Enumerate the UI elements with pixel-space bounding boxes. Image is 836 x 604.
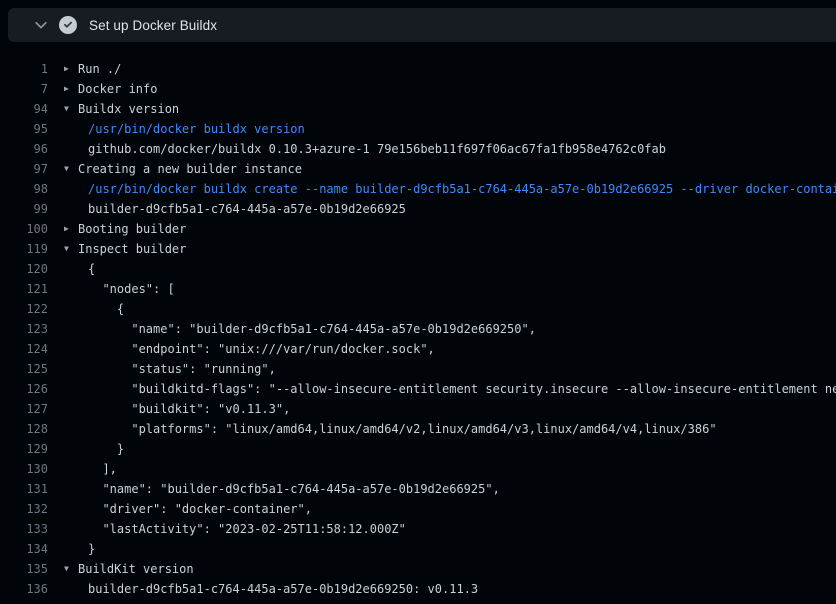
log-line-text: "lastActivity": "2023-02-25T11:58:12.000… — [78, 519, 406, 539]
log-group-row[interactable]: 119 ▼Inspect builder — [0, 239, 836, 259]
log-line-row: 98/usr/bin/docker buildx create --name b… — [0, 179, 836, 199]
log-line-text: "endpoint": "unix:///var/run/docker.sock… — [78, 339, 435, 359]
log-group-title: Booting builder — [78, 219, 186, 239]
log-line-row: 124 "endpoint": "unix:///var/run/docker.… — [0, 339, 836, 359]
line-number-link[interactable]: 131 — [0, 479, 48, 499]
log-line-row: 122 { — [0, 299, 836, 319]
log-line-row: 131 "name": "builder-d9cfb5a1-c764-445a-… — [0, 479, 836, 499]
disclosure-expanded-icon: ▼ — [64, 159, 78, 179]
line-number-link[interactable]: 124 — [0, 339, 48, 359]
log-group-title: Buildx version — [78, 99, 179, 119]
log-line-row: 96 github.com/docker/buildx 0.10.3+azure-… — [0, 139, 836, 159]
log-group-title: Inspect builder — [78, 239, 186, 259]
line-number-link[interactable]: 135 — [0, 559, 48, 579]
line-number-link[interactable]: 134 — [0, 539, 48, 559]
log-line-text: ], — [78, 459, 117, 479]
line-number-link[interactable]: 98 — [0, 179, 48, 199]
line-number-link[interactable]: 97 — [0, 159, 48, 179]
disclosure-collapsed-icon: ▶ — [64, 79, 78, 99]
line-number-link[interactable]: 133 — [0, 519, 48, 539]
log-line-text: "nodes": [ — [78, 279, 175, 299]
chevron-down-icon — [33, 17, 49, 33]
line-number-link[interactable]: 129 — [0, 439, 48, 459]
log-line-text: { — [78, 259, 95, 279]
line-number-link[interactable]: 99 — [0, 199, 48, 219]
log-group-title: Docker info — [78, 79, 157, 99]
log-line-text: /usr/bin/docker buildx create --name bui… — [78, 179, 836, 199]
line-number-link[interactable]: 100 — [0, 219, 48, 239]
line-number-link[interactable]: 132 — [0, 499, 48, 519]
disclosure-collapsed-icon: ▶ — [64, 219, 78, 239]
log-line-row: 121 "nodes": [ — [0, 279, 836, 299]
check-circle-icon — [59, 16, 77, 34]
log-line-row: 132 "driver": "docker-container", — [0, 499, 836, 519]
log-line-row: 127 "buildkit": "v0.11.3", — [0, 399, 836, 419]
line-number-link[interactable]: 95 — [0, 119, 48, 139]
log-line-text: "status": "running", — [78, 359, 276, 379]
log-line-row: 95/usr/bin/docker buildx version — [0, 119, 836, 139]
line-number-link[interactable]: 126 — [0, 379, 48, 399]
log-output: 1▶Run ./7▶Docker info94▼Buildx version95… — [0, 59, 836, 599]
log-line-text: builder-d9cfb5a1-c764-445a-a57e-0b19d2e6… — [78, 199, 406, 219]
log-line-text: "buildkitd-flags": "--allow-insecure-ent… — [78, 379, 836, 399]
log-line-row: 126 "buildkitd-flags": "--allow-insecure… — [0, 379, 836, 399]
line-number-link[interactable]: 119 — [0, 239, 48, 259]
step-title: Set up Docker Buildx — [89, 18, 217, 33]
log-line-row: 128 "platforms": "linux/amd64,linux/amd6… — [0, 419, 836, 439]
log-group-title: Creating a new builder instance — [78, 159, 302, 179]
disclosure-expanded-icon: ▼ — [64, 99, 78, 119]
log-line-row: 120 { — [0, 259, 836, 279]
log-line-row: 125 "status": "running", — [0, 359, 836, 379]
line-number-link[interactable]: 127 — [0, 399, 48, 419]
log-group-row[interactable]: 7 ▶Docker info — [0, 79, 836, 99]
log-line-row: 133 "lastActivity": "2023-02-25T11:58:12… — [0, 519, 836, 539]
line-number-link[interactable]: 130 — [0, 459, 48, 479]
log-line-text: } — [78, 539, 95, 559]
log-line-row: 130 ], — [0, 459, 836, 479]
log-line-text: github.com/docker/buildx 0.10.3+azure-1 … — [78, 139, 666, 159]
line-number-link[interactable]: 136 — [0, 579, 48, 599]
log-line-row: 136 builder-d9cfb5a1-c764-445a-a57e-0b19d… — [0, 579, 836, 599]
line-number-link[interactable]: 96 — [0, 139, 48, 159]
log-line-text: "driver": "docker-container", — [78, 499, 312, 519]
log-line-text: builder-d9cfb5a1-c764-445a-a57e-0b19d2e6… — [78, 579, 478, 599]
log-group-row[interactable]: 97 ▼Creating a new builder instance — [0, 159, 836, 179]
line-number-link[interactable]: 120 — [0, 259, 48, 279]
log-line-text: "name": "builder-d9cfb5a1-c764-445a-a57e… — [78, 319, 536, 339]
log-group-title: BuildKit version — [78, 559, 194, 579]
log-line-text: "buildkit": "v0.11.3", — [78, 399, 290, 419]
line-number-link[interactable]: 121 — [0, 279, 48, 299]
log-line-row: 129 } — [0, 439, 836, 459]
log-line-text: "name": "builder-d9cfb5a1-c764-445a-a57e… — [78, 479, 500, 499]
log-group-row[interactable]: 94 ▼Buildx version — [0, 99, 836, 119]
line-number-link[interactable]: 94 — [0, 99, 48, 119]
line-number-link[interactable]: 1 — [0, 59, 48, 79]
log-line-text: } — [78, 439, 124, 459]
log-line-text: /usr/bin/docker buildx version — [78, 119, 305, 139]
line-number-link[interactable]: 123 — [0, 319, 48, 339]
disclosure-expanded-icon: ▼ — [64, 559, 78, 579]
line-number-link[interactable]: 128 — [0, 419, 48, 439]
log-line-row: 134} — [0, 539, 836, 559]
step-header-set-up-docker-buildx[interactable]: Set up Docker Buildx — [8, 8, 836, 42]
disclosure-collapsed-icon: ▶ — [64, 59, 78, 79]
log-line-text: "platforms": "linux/amd64,linux/amd64/v2… — [78, 419, 717, 439]
line-number-link[interactable]: 122 — [0, 299, 48, 319]
log-line-row: 99 builder-d9cfb5a1-c764-445a-a57e-0b19d2… — [0, 199, 836, 219]
log-line-text: { — [78, 299, 124, 319]
log-line-row: 123 "name": "builder-d9cfb5a1-c764-445a-… — [0, 319, 836, 339]
log-group-row[interactable]: 1 ▶Run ./ — [0, 59, 836, 79]
log-group-row[interactable]: 135 ▼BuildKit version — [0, 559, 836, 579]
disclosure-expanded-icon: ▼ — [64, 239, 78, 259]
line-number-link[interactable]: 125 — [0, 359, 48, 379]
log-group-title: Run ./ — [78, 59, 121, 79]
log-group-row[interactable]: 100 ▶Booting builder — [0, 219, 836, 239]
line-number-link[interactable]: 7 — [0, 79, 48, 99]
